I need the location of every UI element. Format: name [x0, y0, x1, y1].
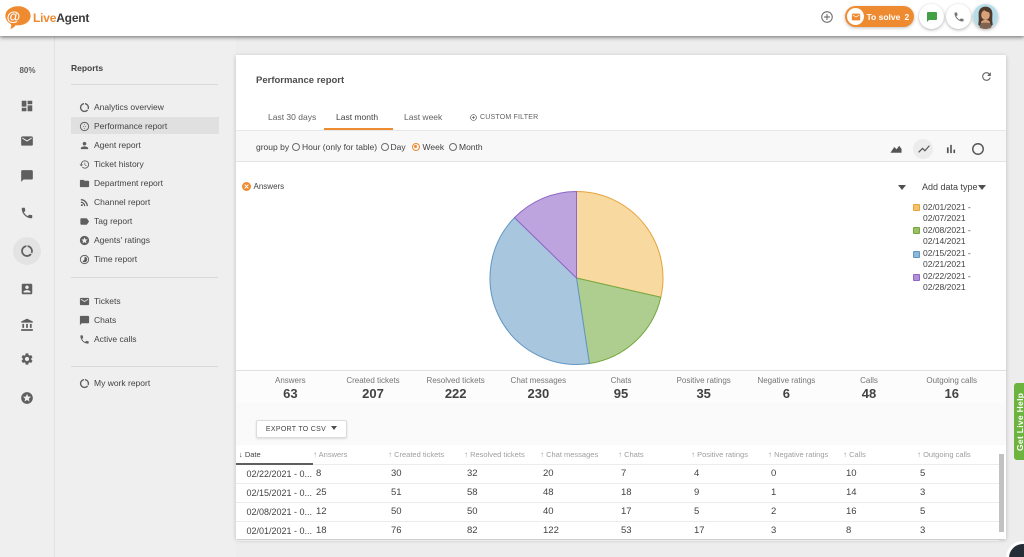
svg-text:@: @ [7, 8, 21, 24]
